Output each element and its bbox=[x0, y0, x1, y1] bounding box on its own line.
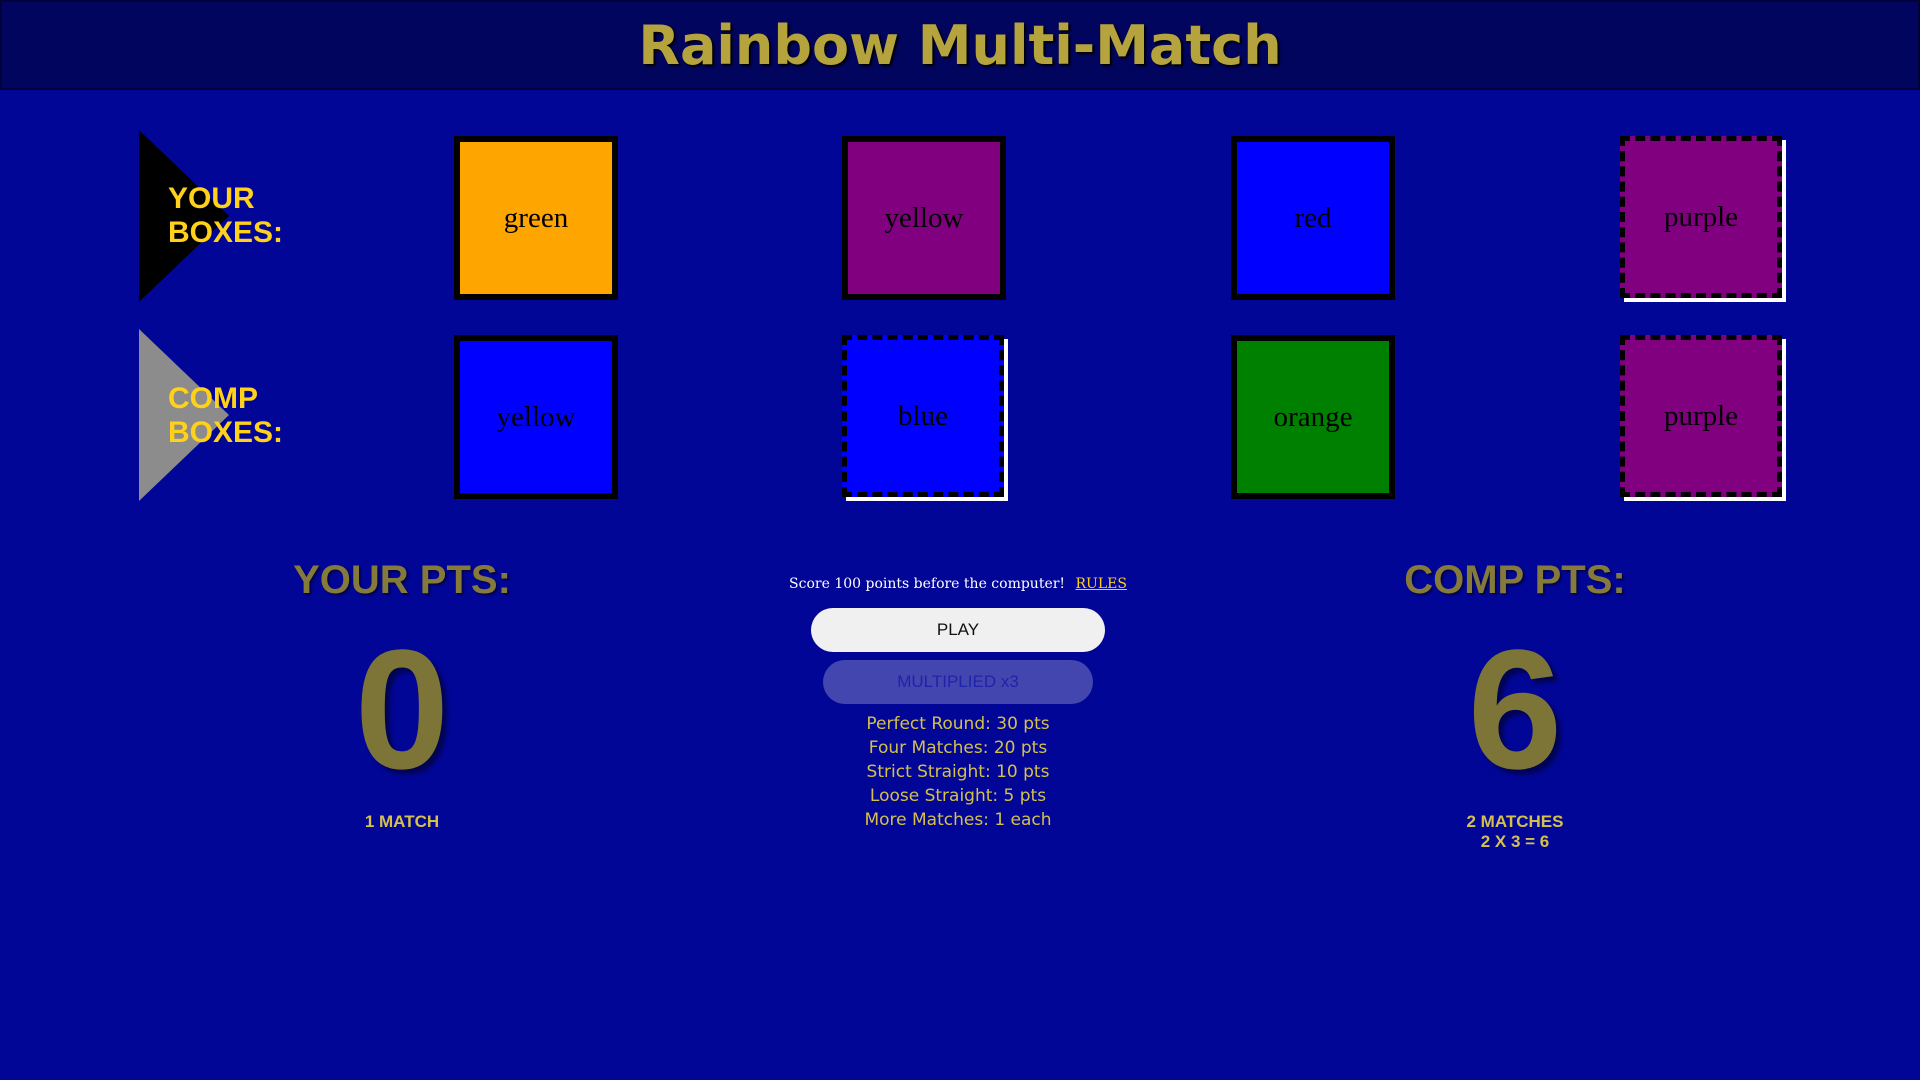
your-boxes-label: YOUR BOXES: bbox=[168, 182, 283, 250]
comp-points-detail-line2: 2 X 3 = 6 bbox=[1480, 832, 1550, 851]
your-box-2[interactable]: yellow bbox=[842, 136, 1006, 300]
your-boxes-label-line2: BOXES: bbox=[168, 216, 284, 249]
center-panel: Score 100 points before the computer! RU… bbox=[758, 572, 1158, 832]
scoring-list: Perfect Round: 30 pts Four Matches: 20 p… bbox=[758, 712, 1158, 832]
comp-box-1-label: yellow bbox=[496, 400, 576, 433]
comp-box-4: purple bbox=[1620, 335, 1782, 497]
comp-box-2-label: blue bbox=[898, 399, 948, 432]
your-boxes-label-line1: YOUR bbox=[168, 182, 255, 215]
comp-boxes-label-line1: COMP bbox=[168, 382, 258, 415]
comp-points-label: COMP PTS: bbox=[1404, 558, 1626, 602]
your-box-2-label: yellow bbox=[884, 201, 964, 234]
scoring-item: More Matches: 1 each bbox=[864, 810, 1052, 830]
your-box-4-label: purple bbox=[1663, 200, 1739, 233]
your-points-value: 0 bbox=[354, 615, 450, 805]
comp-box-2: blue bbox=[842, 335, 1004, 497]
scoring-item: Strict Straight: 10 pts bbox=[866, 762, 1050, 782]
rules-link[interactable]: RULES bbox=[1076, 576, 1127, 592]
your-points-detail: 1 MATCH bbox=[202, 812, 602, 832]
comp-box-4-label: purple bbox=[1663, 399, 1739, 432]
multiplier-button[interactable]: MULTIPLIED x3 bbox=[823, 660, 1093, 704]
your-box-3-label: red bbox=[1294, 201, 1332, 234]
comp-points-value: 6 bbox=[1467, 615, 1563, 805]
comp-box-1: yellow bbox=[454, 335, 618, 499]
instructions: Score 100 points before the computer! RU… bbox=[758, 572, 1158, 596]
scoring-item: Perfect Round: 30 pts bbox=[866, 714, 1050, 734]
your-box-4[interactable]: purple bbox=[1620, 136, 1782, 298]
comp-box-3-label: orange bbox=[1273, 400, 1353, 433]
header-bar: Rainbow Multi-Match bbox=[0, 0, 1920, 90]
your-box-3[interactable]: red bbox=[1231, 136, 1395, 300]
instructions-text: Score 100 points before the computer! bbox=[789, 576, 1066, 592]
scoring-item: Loose Straight: 5 pts bbox=[869, 786, 1047, 806]
game-title: Rainbow Multi-Match bbox=[638, 13, 1282, 77]
comp-box-3: orange bbox=[1231, 335, 1395, 499]
comp-boxes-label: COMP BOXES: bbox=[168, 382, 283, 450]
your-points-label: YOUR PTS: bbox=[293, 558, 511, 602]
comp-points-detail: 2 MATCHES 2 X 3 = 6 bbox=[1315, 812, 1715, 852]
play-button[interactable]: PLAY bbox=[811, 608, 1105, 652]
comp-points-detail-line1: 2 MATCHES bbox=[1466, 812, 1564, 831]
scoring-item: Four Matches: 20 pts bbox=[868, 738, 1048, 758]
your-box-1[interactable]: green bbox=[454, 136, 618, 300]
your-points-detail-line1: 1 MATCH bbox=[364, 812, 440, 831]
your-box-1-label: green bbox=[503, 201, 569, 234]
comp-boxes-label-line2: BOXES: bbox=[168, 416, 284, 449]
